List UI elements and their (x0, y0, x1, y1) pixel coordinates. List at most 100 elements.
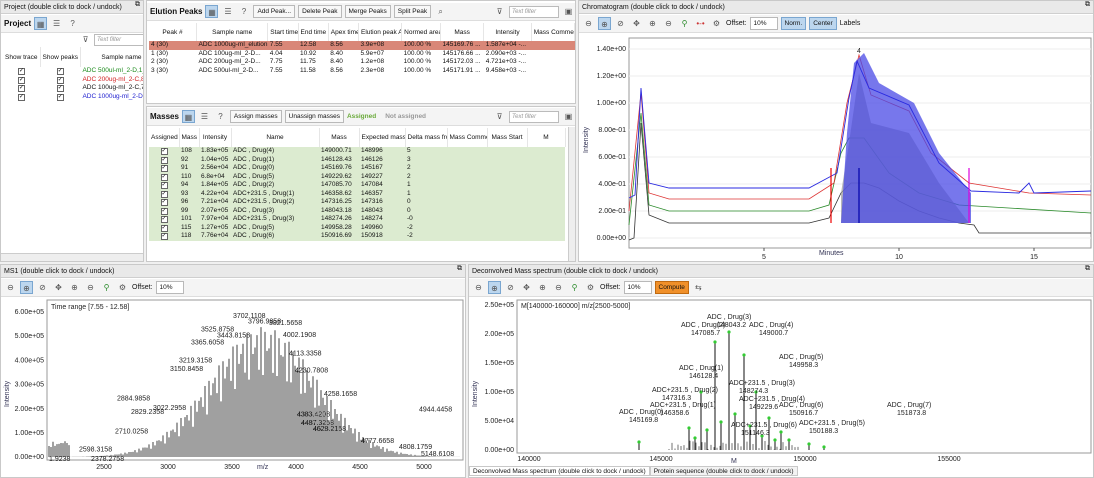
col-delta-mass[interactable]: Delta mass from calc. (405, 128, 447, 147)
horizontal-scrollbar[interactable] (1, 253, 143, 261)
zoom-reset-icon[interactable]: ⊘ (36, 281, 49, 294)
offset-select[interactable]: 10% (156, 281, 184, 294)
assigned-checkbox[interactable]: ✓ (161, 182, 168, 189)
col-end-time[interactable]: End time (298, 23, 328, 41)
col-apex-time[interactable]: Apex time (328, 23, 358, 41)
elution-row[interactable]: 1 (30) ADC 100ug-ml_2-D... 4.04 10.92 8.40 5.… (149, 50, 575, 59)
project-filter-input[interactable]: Text filter (94, 34, 144, 46)
col-elution-area[interactable]: Elution peak Area (358, 23, 401, 41)
col-sample-name[interactable]: Sample name (197, 23, 268, 41)
expand-icon[interactable]: ▣ (562, 5, 575, 18)
project-row[interactable]: ✓ ✓ ADC 100ug-ml_2-C,7_01_ (3, 84, 144, 93)
assigned-checkbox[interactable]: ✓ (161, 157, 168, 164)
zoom-y-icon[interactable]: ⊖ (552, 281, 565, 294)
filter-icon[interactable]: ⊽ (493, 110, 506, 123)
pin-icon[interactable]: ⧉ (135, 1, 140, 9)
list-icon[interactable]: ☰ (221, 5, 234, 18)
col-m[interactable]: M (527, 128, 565, 147)
zoom-x-icon[interactable]: ⊕ (68, 281, 81, 294)
show-peaks-checkbox[interactable]: ✓ (57, 68, 64, 75)
col-mass-comment[interactable]: Mass Comment (531, 23, 574, 41)
chromatogram-title[interactable]: Chromatogram (double click to dock / und… (579, 1, 1093, 14)
gear-icon[interactable]: ⚙ (710, 17, 723, 30)
show-trace-checkbox[interactable]: ✓ (18, 68, 25, 75)
assigned-checkbox[interactable]: ✓ (161, 199, 168, 206)
zoom-out-icon[interactable]: ⊖ (4, 281, 17, 294)
assigned-checkbox[interactable]: ✓ (161, 233, 168, 240)
mass-row[interactable]: ✓ 94 1.84e+05 ADC , Drug(2) 147085.70 147084 1 (149, 181, 565, 190)
mass-row[interactable]: ✓ 92 1.04e+05 ADC , Drug(1) 146128.43 146126 3 (149, 156, 565, 165)
mass-row[interactable]: ✓ 108 1.83e+05 ADC , Drug(4) 149000.71 148996… (149, 147, 565, 156)
not-assigned-toggle[interactable]: Not assigned (385, 113, 426, 120)
pan-icon[interactable]: ✥ (630, 17, 643, 30)
compute-button[interactable]: Compute (655, 281, 689, 294)
project-row[interactable]: ✓ ✓ ADC 500ul-ml_2-D,1_01_1 (3, 67, 144, 76)
help-icon[interactable]: ? (214, 110, 227, 123)
show-peaks-checkbox[interactable]: ✓ (57, 85, 64, 92)
zoom-x-icon[interactable]: ⊕ (646, 17, 659, 30)
zoom-reset-icon[interactable]: ⊘ (614, 17, 627, 30)
split-peak-button[interactable]: Split Peak (394, 5, 431, 18)
mass-row[interactable]: ✓ 118 7.76e+04 ADC , Drug(6) 150916.69 150918… (149, 232, 565, 241)
columns-icon[interactable]: ▦ (34, 17, 47, 30)
assigned-checkbox[interactable]: ✓ (161, 208, 168, 215)
marker-icon[interactable]: •-• (694, 17, 707, 30)
offset-select[interactable]: 10% (750, 17, 778, 30)
zoom-icon[interactable]: ⌕ (434, 5, 447, 18)
columns-icon[interactable]: ▦ (205, 5, 218, 18)
sequence-icon[interactable]: ⇆ (692, 281, 705, 294)
search-icon[interactable]: ⚲ (100, 281, 113, 294)
elution-row[interactable]: 3 (30) ADC 500ul-ml_2-D... 7.55 11.58 8.56 2.… (149, 67, 575, 76)
vertical-scrollbar[interactable] (568, 127, 575, 261)
col-start-time[interactable]: Start time (268, 23, 298, 41)
norm-toggle[interactable]: Norm. (781, 17, 807, 30)
col-show-peaks[interactable]: Show peaks (40, 47, 80, 67)
ms1-title[interactable]: MS1 (double click to dock / undock) (1, 265, 465, 278)
pan-icon[interactable]: ✥ (520, 281, 533, 294)
pin-icon[interactable]: ⧉ (1085, 265, 1090, 273)
offset-select[interactable]: 10% (624, 281, 652, 294)
masses-filter-input[interactable]: Text filter (509, 111, 559, 123)
assigned-toggle[interactable]: Assigned (347, 113, 376, 120)
col-assigned[interactable]: Assigned (149, 128, 179, 147)
filter-icon[interactable]: ⊽ (79, 33, 92, 46)
col-show-trace[interactable]: Show trace (3, 47, 40, 67)
columns-icon[interactable]: ▦ (182, 110, 195, 123)
col-mass[interactable]: Mass (441, 23, 484, 41)
show-peaks-checkbox[interactable]: ✓ (57, 94, 64, 101)
list-icon[interactable]: ☰ (198, 110, 211, 123)
col-intensity[interactable]: Intensity (484, 23, 532, 41)
ms1-chart[interactable]: Time range [7.55 - 12.58] 3702.11083796.… (1, 297, 466, 478)
zoom-reset-icon[interactable]: ⊘ (504, 281, 517, 294)
pan-icon[interactable]: ✥ (52, 281, 65, 294)
col-normed-area[interactable]: Normed area % (402, 23, 441, 41)
mass-row[interactable]: ✓ 99 2.07e+05 ADC , Drug(3) 148043.18 148043 0 (149, 207, 565, 216)
decon-title[interactable]: Deconvolved Mass spectrum (double click … (469, 265, 1093, 278)
decon-chart[interactable]: M[140000-160000] m/z[2500-5000] ADC , Dr… (469, 297, 1094, 467)
mass-row[interactable]: ✓ 91 2.56e+04 ADC , Drug(0) 145169.76 145167 2 (149, 164, 565, 173)
elution-row-selected[interactable]: 4 (30) ADC 1000ug-ml_elution... 7.55 12.58 8… (149, 41, 575, 50)
col-mass[interactable]: Mass (319, 128, 359, 147)
search-icon[interactable]: ⚲ (568, 281, 581, 294)
zoom-out-icon[interactable]: ⊖ (472, 281, 485, 294)
add-peak-button[interactable]: Add Peak... (253, 5, 295, 18)
tab-protein-sequence[interactable]: Protein sequence (double click to dock /… (650, 466, 798, 476)
zoom-in-icon[interactable]: ⊕ (598, 17, 611, 30)
mass-row[interactable]: ✓ 115 1.27e+05 ADC , Drug(5) 149958.28 149960… (149, 224, 565, 233)
center-toggle[interactable]: Center (809, 17, 837, 30)
filter-icon[interactable]: ⊽ (493, 5, 506, 18)
zoom-x-icon[interactable]: ⊕ (536, 281, 549, 294)
search-icon[interactable]: ⚲ (678, 17, 691, 30)
merge-peaks-button[interactable]: Merge Peaks (345, 5, 391, 18)
zoom-in-icon[interactable]: ⊕ (20, 281, 33, 294)
delete-peak-button[interactable]: Delete Peak (298, 5, 341, 18)
col-intensity[interactable]: Intensity (199, 128, 231, 147)
project-panel-title[interactable]: Project (double click to dock / undock) (1, 1, 143, 14)
help-icon[interactable]: ? (237, 5, 250, 18)
assigned-checkbox[interactable]: ✓ (161, 216, 168, 223)
pin-icon[interactable]: ⧉ (457, 265, 462, 273)
gear-icon[interactable]: ⚙ (116, 281, 129, 294)
expand-icon[interactable]: ▣ (562, 110, 575, 123)
assign-masses-button[interactable]: Assign masses (230, 110, 282, 123)
assigned-checkbox[interactable]: ✓ (161, 148, 168, 155)
